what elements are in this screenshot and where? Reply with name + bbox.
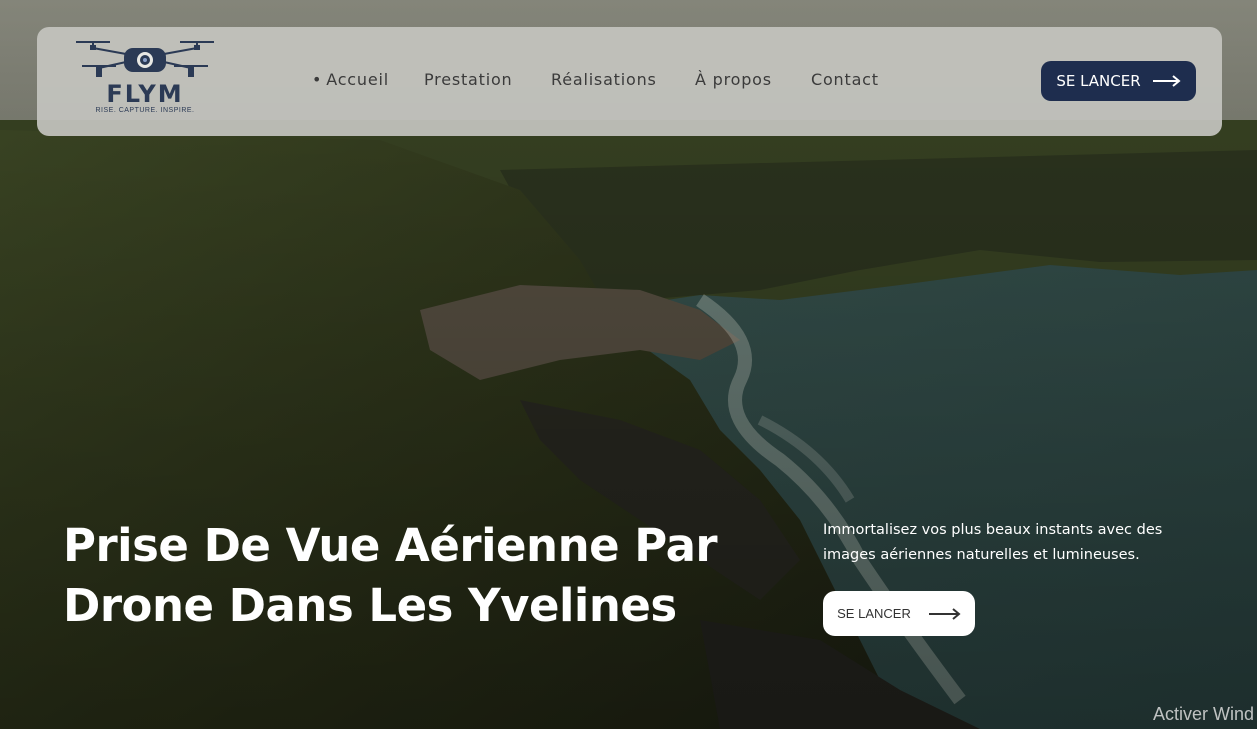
arrow-right-icon — [928, 607, 961, 620]
active-bullet: • — [312, 70, 323, 89]
nav-item-label: Accueil — [326, 70, 389, 89]
nav-item-realisations[interactable]: Réalisations — [551, 70, 657, 89]
nav-item-prestation[interactable]: Prestation — [424, 70, 513, 89]
nav-item-a-propos[interactable]: À propos — [695, 70, 772, 89]
arrow-right-icon — [1152, 75, 1181, 87]
button-label: SE LANCER — [1056, 72, 1141, 90]
se-lancer-nav-button[interactable]: SE LANCER — [1041, 61, 1196, 101]
brand-tagline: RISE. CAPTURE. INSPIRE. — [95, 107, 195, 114]
button-label: SE LANCER — [837, 606, 911, 621]
hero-title: Prise De Vue Aérienne Par Drone Dans Les… — [63, 516, 763, 636]
nav-item-contact[interactable]: Contact — [811, 70, 879, 89]
hero-subtitle: Immortalisez vos plus beaux instants ave… — [823, 522, 1163, 563]
hero-title-line2: Drone Dans Les Yvelines — [63, 579, 677, 632]
nav-item-accueil[interactable]: • Accueil — [312, 70, 389, 89]
windows-activation-watermark: Activer Wind — [1153, 704, 1255, 724]
hero-title-line1: Prise De Vue Aérienne Par — [63, 519, 718, 572]
se-lancer-hero-button[interactable]: SE LANCER — [823, 591, 975, 636]
